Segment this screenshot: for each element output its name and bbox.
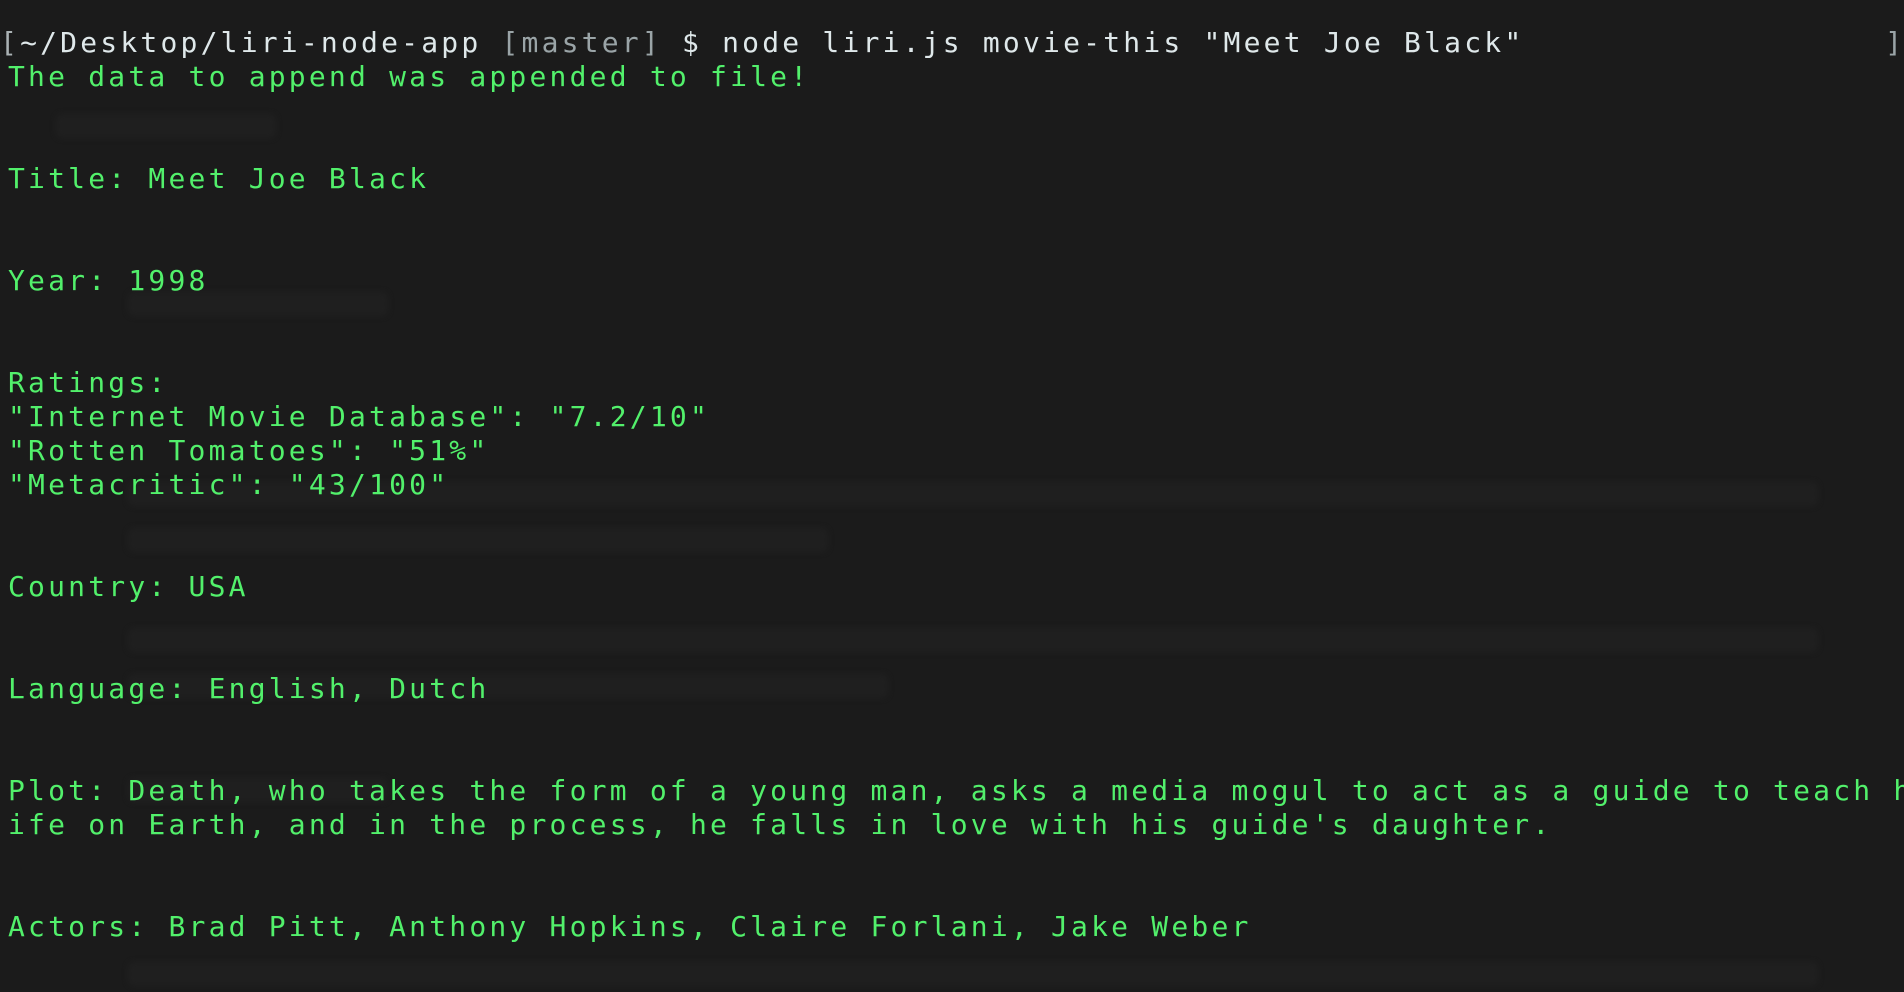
movie-year: Year: 1998 <box>8 264 209 297</box>
append-message: The data to append was appended to file! <box>8 60 811 93</box>
command-prompt-line[interactable]: [~/Desktop/liri-node-app [master] $ node… <box>0 26 1524 60</box>
prompt-open-bracket: [ <box>0 26 21 59</box>
rating-metacritic: "Metacritic": "43/100" <box>8 468 450 501</box>
movie-actors: Actors: Brad Pitt, Anthony Hopkins, Clai… <box>8 910 1252 943</box>
background-ghost-text <box>128 628 1818 652</box>
movie-title: Title: Meet Joe Black <box>8 162 430 195</box>
background-ghost-text <box>128 962 1818 986</box>
prompt-path: ~/Desktop/liri-node-app <box>20 26 482 59</box>
movie-country: Country: USA <box>8 570 249 603</box>
prompt-symbol: $ <box>681 26 703 59</box>
movie-language: Language: English, Dutch <box>8 672 490 705</box>
ratings-label: Ratings: <box>8 366 169 399</box>
rating-imdb: "Internet Movie Database": "7.2/10" <box>8 400 711 433</box>
rating-rotten-tomatoes: "Rotten Tomatoes": "51%" <box>8 434 490 467</box>
prompt-command: node liri.js movie-this "Meet Joe Black" <box>722 26 1525 59</box>
movie-plot-line-1: Plot: Death, who takes the form of a you… <box>8 774 1904 807</box>
terminal-window[interactable]: [~/Desktop/liri-node-app [master] $ node… <box>0 0 1904 992</box>
prompt-branch: [master] <box>501 26 662 59</box>
movie-plot-line-2: ife on Earth, and in the process, he fal… <box>8 808 1553 841</box>
background-ghost-text <box>128 528 828 552</box>
background-ghost-text <box>56 114 276 138</box>
prompt-close-bracket: ] <box>1885 26 1902 59</box>
